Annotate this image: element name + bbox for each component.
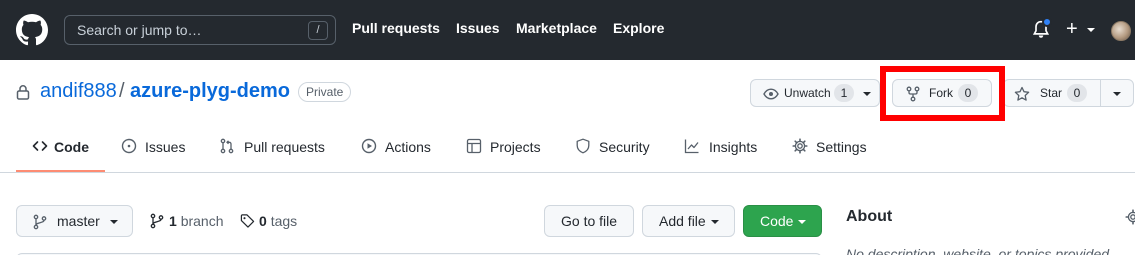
tab-projects[interactable]: Projects — [466, 138, 546, 158]
tab-actions[interactable]: Actions — [361, 138, 437, 158]
nav-issues[interactable]: Issues — [456, 20, 500, 36]
branch-word: branch — [180, 213, 224, 229]
repo-name-link[interactable]: azure-plyg-demo — [130, 80, 290, 103]
fork-highlight-annotation — [880, 66, 1005, 121]
github-logo-icon[interactable] — [16, 14, 48, 46]
about-description: No description, website, or topics provi… — [846, 246, 1113, 255]
chevron-down-icon — [798, 220, 806, 224]
git-pull-request-icon — [220, 138, 234, 154]
gear-icon[interactable] — [1125, 209, 1135, 225]
repo-owner-link[interactable]: andif888 — [40, 80, 117, 103]
tab-settings[interactable]: Settings — [792, 138, 872, 158]
chevron-down-icon — [863, 92, 871, 96]
tab-pull-requests-label: Pull requests — [244, 139, 325, 155]
add-file-label: Add file — [659, 213, 706, 229]
tag-icon — [240, 214, 255, 228]
code-icon — [32, 141, 48, 151]
unwatch-button[interactable]: Unwatch 1 — [750, 79, 880, 107]
search-placeholder: Search or jump to… — [77, 22, 202, 38]
visibility-badge: Private — [298, 82, 352, 102]
tab-insights[interactable]: Insights — [684, 138, 762, 158]
tag-word: tags — [270, 213, 298, 229]
git-branch-icon — [150, 213, 164, 229]
go-to-file-label: Go to file — [561, 213, 618, 229]
tag-count: 0 — [259, 213, 267, 229]
tab-security-label: Security — [599, 139, 650, 155]
tab-issues-label: Issues — [145, 139, 186, 155]
lock-icon — [16, 85, 30, 100]
notification-indicator — [1042, 17, 1052, 27]
chevron-down-icon — [711, 220, 719, 224]
search-shortcut-key: / — [308, 21, 328, 40]
nav-marketplace[interactable]: Marketplace — [516, 20, 597, 36]
branch-name: master — [57, 213, 100, 229]
add-file-button[interactable]: Add file — [642, 205, 735, 237]
star-list-dropdown[interactable] — [1100, 79, 1134, 107]
issue-opened-icon — [121, 138, 137, 154]
go-to-file-button[interactable]: Go to file — [544, 205, 634, 237]
about-heading: About — [846, 208, 893, 225]
tab-code-label: Code — [54, 139, 89, 155]
graph-icon — [684, 139, 699, 154]
tab-code[interactable]: Code — [32, 138, 92, 158]
unwatch-label: Unwatch — [784, 86, 831, 100]
avatar[interactable] — [1111, 21, 1131, 41]
branch-selector[interactable]: master — [16, 205, 133, 237]
chevron-down-icon — [1113, 92, 1121, 96]
search-input[interactable]: Search or jump to… / — [64, 15, 336, 45]
star-label: Star — [1040, 86, 1063, 100]
git-branch-icon — [33, 214, 47, 230]
tab-settings-label: Settings — [816, 139, 867, 155]
nav-pull-requests[interactable]: Pull requests — [352, 20, 440, 36]
tab-projects-label: Projects — [490, 139, 541, 155]
star-icon — [1014, 86, 1030, 101]
repo-tab-nav: Code Issues Pull requests Actions Projec… — [0, 124, 1135, 173]
star-button[interactable]: Star 0 — [1003, 79, 1101, 107]
tab-pull-requests[interactable]: Pull requests — [219, 138, 331, 158]
create-new-icon[interactable]: + — [1066, 17, 1078, 41]
nav-explore[interactable]: Explore — [613, 20, 664, 36]
play-icon — [361, 138, 377, 154]
code-button[interactable]: Code — [743, 205, 822, 237]
watch-count: 1 — [834, 84, 854, 102]
table-icon — [466, 138, 482, 154]
repo-path-separator: / — [119, 80, 125, 102]
selected-tab-indicator — [16, 170, 105, 172]
gear-icon — [792, 138, 808, 154]
code-button-label: Code — [760, 213, 794, 229]
global-header: Search or jump to… / Pull requests Issue… — [0, 0, 1135, 60]
tab-insights-label: Insights — [709, 139, 758, 155]
tab-actions-label: Actions — [385, 139, 431, 155]
branch-count: 1 — [169, 213, 177, 229]
chevron-down-icon[interactable] — [1087, 28, 1095, 32]
eye-icon — [763, 88, 779, 100]
tab-security[interactable]: Security — [575, 138, 655, 158]
star-count: 0 — [1067, 84, 1087, 102]
chevron-down-icon — [110, 220, 118, 224]
shield-icon — [576, 138, 590, 154]
tab-issues[interactable]: Issues — [121, 138, 191, 158]
